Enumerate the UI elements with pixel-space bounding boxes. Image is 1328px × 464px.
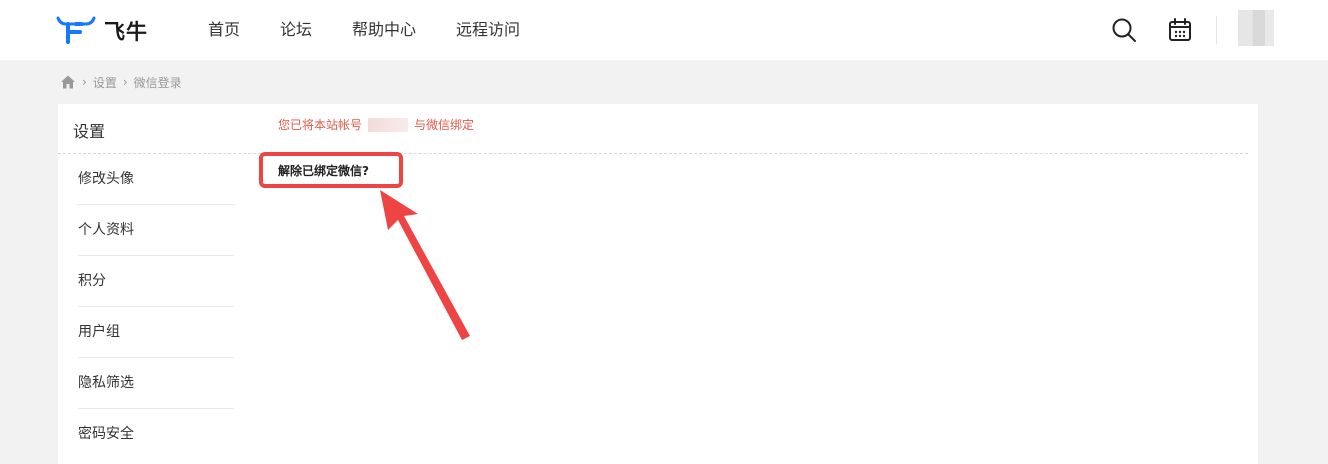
- sidebar-title: 设置: [73, 122, 106, 141]
- calendar-icon[interactable]: [1166, 16, 1194, 44]
- nav-help-center[interactable]: 帮助中心: [352, 0, 416, 60]
- sidebar-item-profile[interactable]: 个人资料: [78, 205, 234, 256]
- settings-card: 设置 修改头像 个人资料 积分 用户组 隐私筛选 密码安全 您已将本站帐号 与微…: [58, 104, 1258, 464]
- wechat-bound-message: 您已将本站帐号 与微信绑定: [278, 116, 474, 133]
- avatar[interactable]: [1238, 10, 1274, 46]
- annotation-arrow-icon: [380, 190, 470, 340]
- breadcrumb-wechat-login: 微信登录: [133, 75, 182, 90]
- home-icon[interactable]: [60, 74, 76, 90]
- top-header: 飞牛 首页 论坛 帮助中心 远程访问: [0, 0, 1328, 60]
- search-icon[interactable]: [1110, 16, 1138, 44]
- highlight-box: [259, 152, 403, 188]
- feiniu-logo-icon[interactable]: [56, 14, 96, 46]
- nav-remote-access[interactable]: 远程访问: [456, 0, 520, 60]
- sidebar-item-privacy[interactable]: 隐私筛选: [78, 358, 234, 409]
- sidebar-item-password[interactable]: 密码安全: [78, 409, 234, 459]
- chevron-right-icon: ›: [82, 75, 87, 89]
- settings-menu: 修改头像 个人资料 积分 用户组 隐私筛选 密码安全: [78, 154, 234, 459]
- nav-home[interactable]: 首页: [208, 0, 240, 60]
- chevron-right-icon: ›: [122, 75, 128, 89]
- bound-message-prefix: 您已将本站帐号: [278, 118, 363, 132]
- sidebar-item-avatar[interactable]: 修改头像: [78, 154, 234, 205]
- header-divider: [1216, 16, 1217, 44]
- sidebar-item-points[interactable]: 积分: [78, 256, 234, 307]
- dashed-divider: [58, 153, 1248, 154]
- redacted-account: [368, 117, 409, 132]
- breadcrumb: › 设置 › 微信登录: [60, 73, 182, 91]
- breadcrumb-settings[interactable]: 设置: [93, 74, 117, 91]
- nav-forum[interactable]: 论坛: [280, 0, 312, 60]
- main-nav: 首页 论坛 帮助中心 远程访问: [208, 0, 560, 60]
- sidebar-item-usergroup[interactable]: 用户组: [78, 307, 234, 358]
- bound-message-suffix: 与微信绑定: [414, 118, 475, 132]
- logo-text[interactable]: 飞牛: [104, 16, 148, 46]
